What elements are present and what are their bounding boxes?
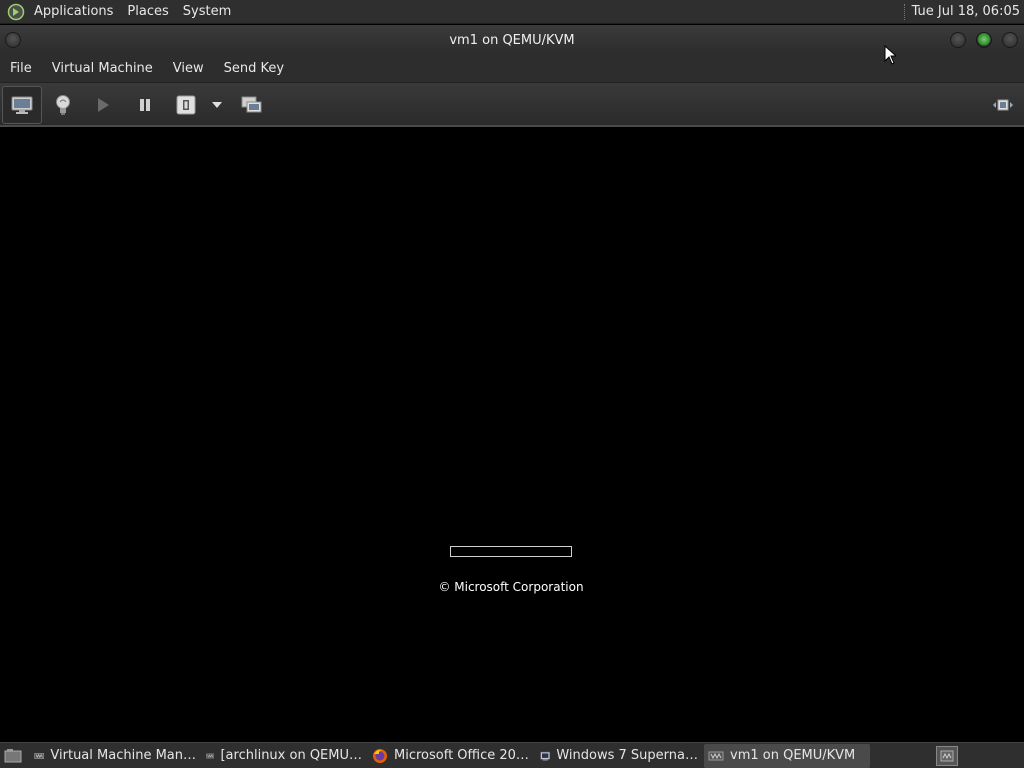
shutdown-button[interactable] [172,86,200,124]
menu-virtual-machine[interactable]: Virtual Machine [42,55,163,83]
task-label: [archlinux on QEMU… [220,748,362,763]
boot-progress-bar [450,546,572,557]
lightbulb-icon [56,95,70,115]
pause-icon [140,99,150,111]
workspace-switcher[interactable] [936,746,958,766]
clock[interactable]: Tue Jul 18, 06:05 [912,4,1024,19]
play-icon [98,98,109,112]
power-icon [176,95,196,115]
window-menu-button[interactable] [5,32,21,48]
taskbar: Virtual Machine Man… [archlinux on QEMU…… [0,742,1024,768]
taskbar-task-virt-manager[interactable]: Virtual Machine Man… [30,744,196,768]
taskbar-task-archlinux[interactable]: [archlinux on QEMU… [202,744,362,768]
menubar: File Virtual Machine View Send Key [0,55,1024,83]
task-label: Windows 7 Superna… [556,748,698,763]
places-menu[interactable]: Places [120,0,175,24]
run-button[interactable] [88,86,118,124]
terminal-icon [540,751,551,761]
virt-manager-icon [34,752,45,759]
taskbar-task-firefox[interactable]: Microsoft Office 20… [368,744,530,768]
workspace-icon [940,750,954,762]
maximize-button[interactable] [976,32,992,48]
fullscreen-button[interactable] [988,86,1018,124]
shutdown-dropdown-button[interactable] [206,86,228,124]
virt-manager-icon [708,751,724,760]
show-desktop-icon [4,748,22,762]
menu-send-key[interactable]: Send Key [214,55,294,83]
vm-display[interactable]: © Microsoft Corporation [3,129,1021,740]
dropdown-arrow-icon [212,102,222,108]
panel-separator [903,3,906,20]
menu-view[interactable]: View [163,55,214,83]
system-menu[interactable]: System [176,0,238,24]
mouse-cursor-icon [884,45,896,65]
taskbar-task-terminal[interactable]: Windows 7 Superna… [536,744,698,768]
window-titlebar[interactable]: vm1 on QEMU/KVM [0,25,1024,55]
close-button[interactable] [1002,32,1018,48]
monitor-icon [11,96,33,114]
firefox-icon [373,748,387,763]
mate-logo-icon[interactable] [5,1,27,23]
boot-copyright-text: © Microsoft Corporation [438,580,584,594]
minimize-button[interactable] [950,32,966,48]
pause-button[interactable] [130,86,160,124]
taskbar-task-vm1[interactable]: vm1 on QEMU/KVM [704,743,870,768]
virt-manager-icon [206,753,215,758]
toolbar [0,83,1024,127]
fullscreen-icon [993,99,1013,111]
task-label: Virtual Machine Man… [50,748,196,763]
task-label: vm1 on QEMU/KVM [730,748,856,763]
window-title: vm1 on QEMU/KVM [449,32,575,48]
menu-file[interactable]: File [0,55,42,83]
top-panel: Applications Places System Tue Jul 18, 0… [0,0,1024,24]
console-button[interactable] [2,86,42,124]
snapshots-icon [241,96,262,113]
task-label: Microsoft Office 20… [394,748,529,763]
show-desktop-button[interactable] [2,745,24,767]
applications-menu[interactable]: Applications [27,0,120,24]
details-button[interactable] [46,86,80,124]
snapshots-button[interactable] [236,86,268,124]
